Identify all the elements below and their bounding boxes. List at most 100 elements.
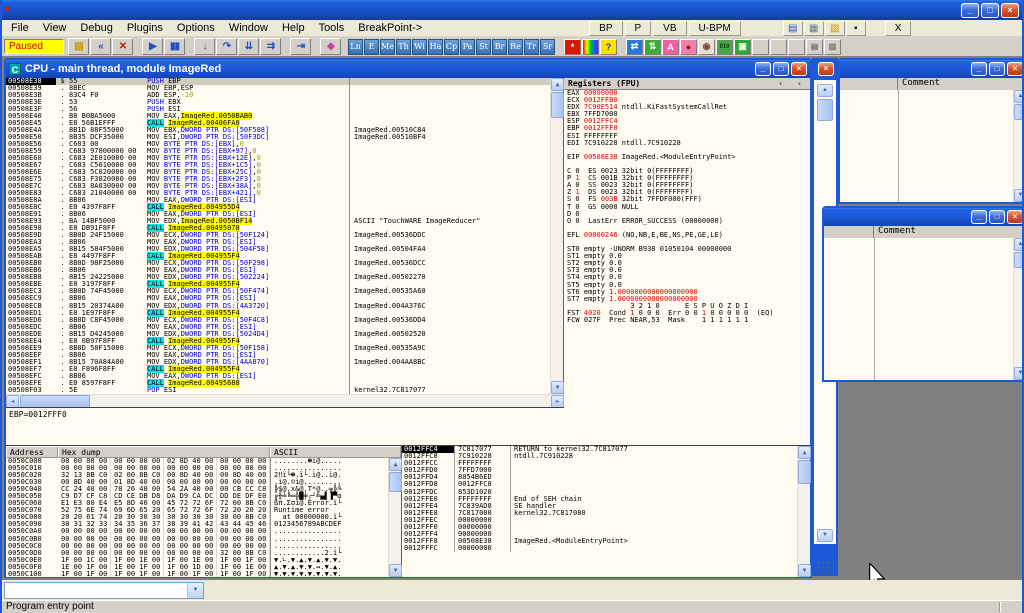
scroll-thumb[interactable] (1014, 252, 1022, 268)
scroll-down-icon[interactable]: ▼ (798, 564, 811, 577)
disasm-row[interactable]: 00508EE9.8B0D 58F15000MOV ECX,DWORD PTR … (6, 345, 551, 352)
help-icon[interactable]: ? (600, 39, 617, 55)
menu-item-window[interactable]: Window (222, 21, 275, 35)
minimize-button[interactable]: _ (971, 62, 987, 76)
dump-col-address[interactable]: Address (6, 446, 58, 458)
disasm-row[interactable]: 00508EFE.E8 8597F8FFCALL ImageRed.004956… (6, 380, 551, 387)
cpu-close-button[interactable]: × (791, 62, 807, 76)
updown-icon[interactable]: ⇅ (644, 39, 661, 55)
register-line[interactable]: FCW 027F Prec NEAR,53 Mask 1 1 1 1 1 1 (564, 317, 810, 324)
scroll-down-icon[interactable]: ▼ (1014, 367, 1022, 380)
menu-item-debug[interactable]: Debug (73, 21, 119, 35)
stack-vscrollbar[interactable]: ▲ ▼ (797, 446, 810, 577)
toolbar-letter-st[interactable]: St (476, 39, 491, 55)
toolbar-letter-br[interactable]: Br (492, 39, 507, 55)
maximize-button[interactable]: □ (981, 3, 999, 18)
disasm-row[interactable]: 00508E83.C683 21040000 00MOV BYTE PTR DS… (6, 190, 551, 197)
trace-icon[interactable]: ◉ (698, 39, 715, 55)
window-list-icon[interactable]: ▤ (806, 39, 823, 55)
scroll-down-icon[interactable]: ▼ (1014, 189, 1022, 202)
registers-next-icon[interactable]: ‹ (797, 79, 802, 88)
run-to-return-icon[interactable]: ⇥ (290, 38, 311, 55)
disasm-row[interactable]: 00508E38$55PUSH EBP (6, 78, 551, 85)
menu-item-tools[interactable]: Tools (312, 21, 352, 35)
toolbar-letter-wi[interactable]: Wi (412, 39, 427, 55)
scroll-thumb[interactable] (389, 472, 402, 492)
cpu-titlebar[interactable]: C CPU - main thread, module ImageRed _ □… (6, 60, 810, 78)
minimize-button[interactable]: _ (961, 3, 979, 18)
step-into-icon[interactable]: ↓ (194, 38, 215, 55)
menu-button-vb[interactable]: VB (653, 21, 686, 36)
close-program-icon[interactable]: ✕ (112, 38, 133, 55)
dump-col-ascii[interactable]: ASCII (270, 446, 401, 458)
disasm-vscrollbar[interactable]: ▲ ▼ (550, 78, 563, 394)
disasm-row[interactable]: 00508E8C.E8 4397F8FFCALL ImageRed.004955… (6, 204, 551, 211)
toolbar-letter-cp[interactable]: Cp (444, 39, 459, 55)
scroll-thumb[interactable] (817, 99, 833, 121)
background-window-close-button[interactable]: × (818, 62, 834, 76)
window-icon[interactable]: ▣ (734, 39, 751, 55)
menu-item-plugins[interactable]: Plugins (120, 21, 170, 35)
menu-item-help[interactable]: Help (275, 21, 312, 35)
close-button[interactable]: × (1007, 210, 1022, 224)
step-over-icon[interactable]: ↷ (216, 38, 237, 55)
breakpoint-icon[interactable]: ● (680, 39, 697, 55)
comment-window-top-titlebar[interactable]: _ □ × (840, 60, 1022, 78)
menu-item-options[interactable]: Options (170, 21, 222, 35)
menu-button-p[interactable]: P (625, 21, 652, 36)
notepad-icon[interactable]: ▤ (783, 21, 803, 36)
toolbar-letter-ln[interactable]: Ln (348, 39, 363, 55)
disasm-row[interactable]: 00508EF7.E8 F896F8FFCALL ImageRed.004955… (6, 366, 551, 373)
scroll-thumb[interactable] (551, 92, 564, 118)
calculator-icon[interactable]: ▦ (804, 21, 824, 36)
close-button[interactable]: × (1001, 3, 1019, 18)
disasm-row[interactable]: 00508EB0.8B0D 98F25000MOV ECX,DWORD PTR … (6, 260, 551, 267)
options-gear-icon[interactable]: * (564, 39, 581, 55)
blank-button[interactable] (788, 39, 805, 55)
scroll-down-icon[interactable]: ▼ (551, 381, 564, 394)
registers-prev-icon[interactable]: ‹ (778, 79, 783, 88)
register-line[interactable]: EDI 7C910228 ntdll.7C910228 (564, 140, 810, 147)
register-line[interactable]: O 0 LastErr ERROR_SUCCESS (00000000) (564, 218, 810, 225)
disasm-row[interactable]: 00508F03.5EPOP ESIkernel32.7C817077 (6, 387, 551, 394)
toolbar-letter-sr[interactable]: Sr (540, 39, 555, 55)
scroll-thumb[interactable] (798, 460, 811, 484)
vscrollbar[interactable]: ▲ ▼ (1013, 90, 1022, 202)
dump-pane[interactable]: Address Hex dump ASCII 0050C00000 00 00 … (6, 446, 402, 577)
cpu-minimize-button[interactable]: _ (755, 62, 771, 76)
disasm-row[interactable]: 00508E3E.53PUSH EBX (6, 99, 551, 106)
disasm-hscrollbar[interactable]: ◄ ► (6, 394, 564, 407)
restart-icon[interactable]: « (90, 38, 111, 55)
goto-icon[interactable]: ◆ (320, 38, 341, 55)
stack-row[interactable]: 0012FFFC00000000 (402, 545, 797, 552)
blank-button[interactable] (752, 39, 769, 55)
menu-item-file[interactable]: File (4, 21, 36, 35)
log-icon[interactable]: ▥ (824, 39, 841, 55)
restore-button[interactable]: □ (989, 210, 1005, 224)
toolbar-letter-e[interactable]: E (364, 39, 379, 55)
assemble-icon[interactable]: A (662, 39, 679, 55)
pause-icon[interactable]: ▮▮ (164, 38, 185, 55)
toolbar-letter-tr[interactable]: Tr (524, 39, 539, 55)
disassembly-pane[interactable]: 00508E38$55PUSH EBP00508E39.8BECMOV EBP,… (6, 78, 564, 445)
scroll-down-icon[interactable]: ▼ (389, 564, 402, 577)
mdi-close-button[interactable]: X (885, 21, 912, 36)
toolbar-letter-th[interactable]: Th (396, 39, 411, 55)
restore-button[interactable]: □ (989, 62, 1005, 76)
toolbar-letter-me[interactable]: Me (380, 39, 395, 55)
minimize-button[interactable]: _ (971, 210, 987, 224)
menu-item-breakpoint[interactable]: BreakPoint-> (351, 21, 429, 35)
console-icon[interactable]: ▪ (846, 21, 866, 36)
open-file-icon[interactable]: ▨ (68, 38, 89, 55)
register-line[interactable]: EIP 00508E38 ImageRed.<ModuleEntryPoint> (564, 154, 810, 161)
scroll-down-icon[interactable]: ▼ (817, 529, 833, 542)
disasm-row[interactable]: 00508E3B.83C4 F0ADD ESP,-10 (6, 92, 551, 99)
command-combobox[interactable]: ▼ (4, 582, 204, 599)
register-line[interactable]: T 0 GS 0000 NULL (564, 204, 810, 211)
column-comment[interactable]: Comment (874, 226, 916, 238)
menu-button-u-bpm[interactable]: U-BPM (689, 21, 741, 36)
column-comment[interactable]: Comment (898, 78, 940, 90)
toolbar-letter-re[interactable]: Re (508, 39, 523, 55)
cpu-restore-button[interactable]: □ (773, 62, 789, 76)
register-line[interactable]: EFL 00000246 (NO,NB,E,BE,NS,PE,GE,LE) (564, 232, 810, 239)
